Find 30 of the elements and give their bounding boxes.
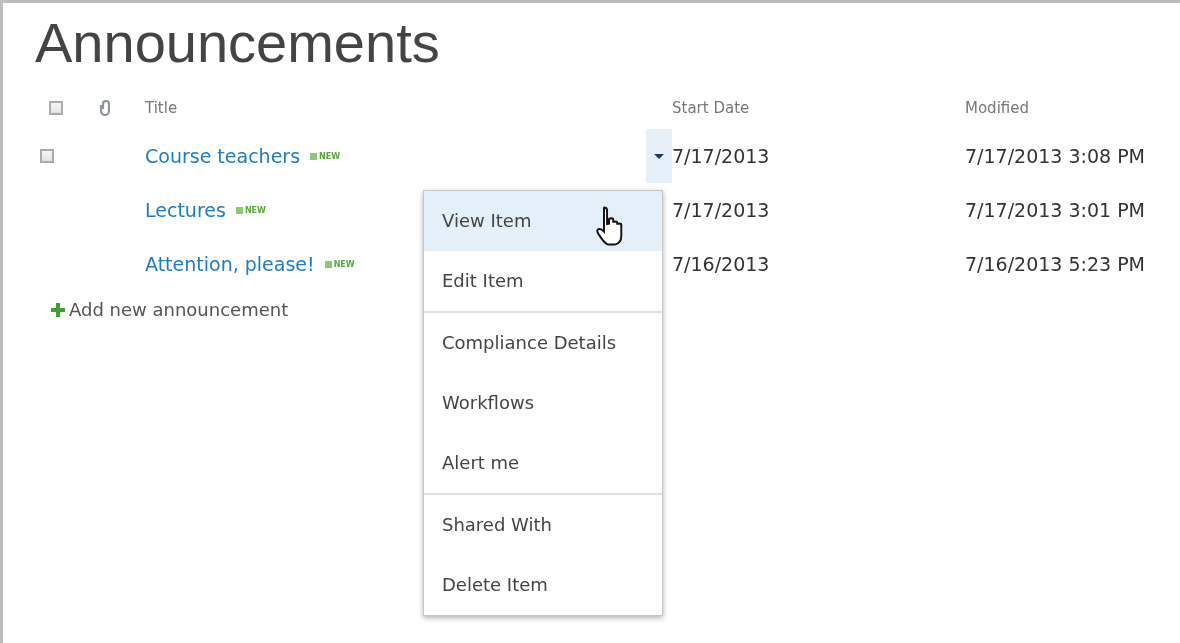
paperclip-icon	[100, 100, 110, 116]
new-badge: NEW	[324, 259, 355, 269]
column-header[interactable]: Title	[145, 99, 178, 117]
table-cell-text: 7/17/2013 3:01 PM	[965, 198, 1147, 223]
item-link[interactable]: Course teachers	[145, 145, 301, 167]
page-title: Announcements	[35, 10, 441, 76]
new-badge: NEW	[235, 205, 266, 215]
menu-item[interactable]: Alert me	[424, 433, 662, 493]
menu-item[interactable]: Workflows	[424, 373, 662, 433]
new-badge: NEW	[310, 151, 341, 161]
table-cell-text: 7/16/2013	[672, 252, 771, 277]
item-link[interactable]: Attention, please!	[145, 253, 315, 275]
menu-item[interactable]: Shared With	[424, 495, 662, 555]
table-cell-text: 7/17/2013	[672, 144, 771, 169]
caret-icon	[654, 153, 664, 159]
table-cell-text: 7/17/2013	[672, 198, 771, 223]
menu-item[interactable]: Edit Item	[424, 251, 662, 311]
add-link[interactable]: Add new announcement	[51, 299, 289, 320]
row-checkbox[interactable]	[40, 149, 54, 163]
select-all-checkbox[interactable]	[49, 101, 63, 115]
menu-item[interactable]: Compliance Details	[424, 313, 662, 373]
dropdown-button[interactable]	[646, 129, 672, 183]
table-cell-text: 7/16/2013 5:23 PM	[965, 252, 1147, 277]
column-header[interactable]: Start Date	[672, 99, 750, 117]
item-link[interactable]: Lectures	[145, 199, 226, 221]
plus-icon	[51, 302, 65, 317]
table-cell-text: 7/17/2013 3:08 PM	[965, 144, 1147, 169]
menu-item[interactable]: View Item	[424, 191, 662, 251]
menu-item[interactable]: Delete Item	[424, 555, 662, 615]
column-header[interactable]: Modified	[965, 99, 1029, 117]
